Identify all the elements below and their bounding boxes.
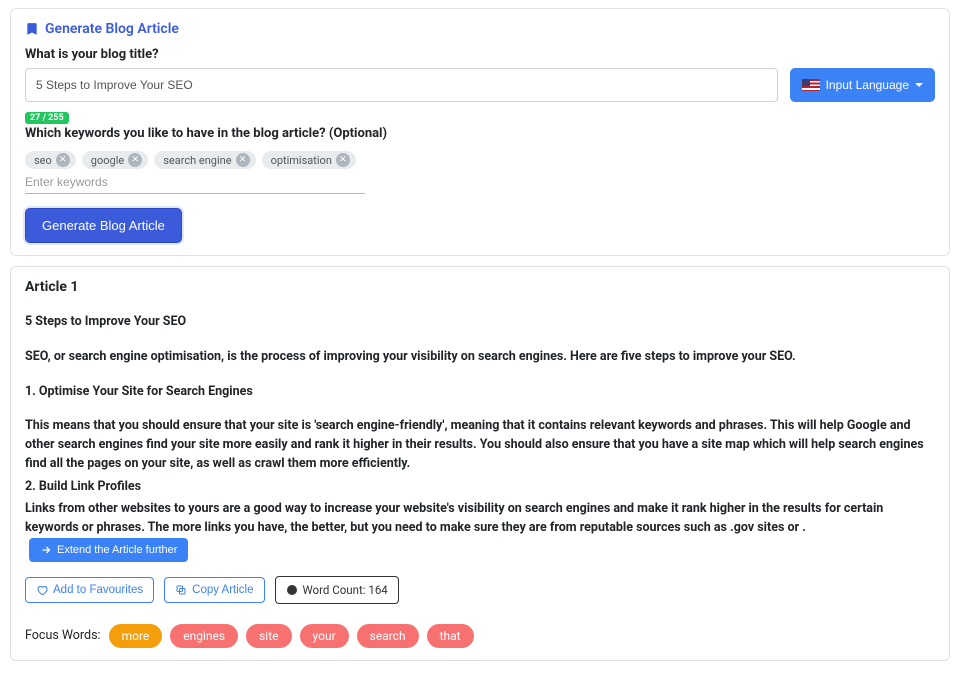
focus-word-pill[interactable]: engines (170, 624, 238, 648)
article-title: 5 Steps to Improve Your SEO (25, 313, 935, 332)
focus-words-row: Focus Words: more engines site your sear… (25, 624, 935, 648)
extend-article-button[interactable]: Extend the Article further (29, 538, 188, 562)
focus-word-pill[interactable]: site (246, 624, 291, 648)
focus-word-pill[interactable]: that (427, 624, 474, 648)
article-card: Article 1 5 Steps to Improve Your SEO SE… (10, 266, 950, 661)
remove-keyword-icon[interactable]: ✕ (336, 153, 350, 167)
remove-keyword-icon[interactable]: ✕ (56, 153, 70, 167)
action-row: Add to Favourites Copy Article Word Coun… (25, 576, 935, 604)
step1-body: This means that you should ensure that y… (25, 417, 935, 473)
info-icon (286, 584, 298, 596)
copy-article-button[interactable]: Copy Article (164, 577, 264, 603)
focus-word-pill[interactable]: search (357, 624, 419, 648)
chevron-down-icon (915, 83, 923, 87)
word-count-badge: Word Count: 164 (275, 576, 399, 604)
article-heading: Article 1 (25, 279, 935, 295)
focus-word-pill[interactable]: your (300, 624, 349, 648)
arrow-right-icon (40, 544, 52, 556)
copy-icon (175, 584, 187, 596)
keyword-chip: seo ✕ (25, 151, 76, 169)
keywords-input[interactable] (25, 175, 365, 189)
heart-icon (36, 584, 48, 596)
input-language-button[interactable]: Input Language (790, 68, 935, 102)
keywords-label: Which keywords you like to have in the b… (25, 126, 935, 141)
remove-keyword-icon[interactable]: ✕ (236, 153, 250, 167)
remove-keyword-icon[interactable]: ✕ (128, 153, 142, 167)
article-body: 5 Steps to Improve Your SEO SEO, or sear… (25, 313, 935, 562)
add-favourites-button[interactable]: Add to Favourites (25, 577, 154, 603)
article-intro: SEO, or search engine optimisation, is t… (25, 348, 935, 367)
step1-head: 1. Optimise Your Site for Search Engines (25, 383, 935, 402)
step2-row: Links from other websites to yours are a… (25, 500, 935, 562)
title-label: What is your blog title? (25, 47, 935, 62)
card-title: Generate Blog Article (45, 21, 179, 37)
keyword-chip: google ✕ (82, 151, 148, 169)
keyword-chip: optimisation ✕ (262, 151, 356, 169)
focus-word-pill[interactable]: more (109, 624, 163, 648)
flag-us-icon (802, 79, 820, 91)
step2-head: 2. Build Link Profiles (25, 478, 935, 497)
keyword-chip: search engine ✕ (154, 151, 255, 169)
keywords-field[interactable]: seo ✕ google ✕ search engine ✕ optimisat… (25, 147, 365, 194)
focus-label: Focus Words: (25, 628, 101, 643)
bookmark-icon (25, 22, 39, 36)
char-counter: 27 / 255 (25, 112, 69, 124)
blog-title-input[interactable] (25, 68, 778, 102)
generate-button[interactable]: Generate Blog Article (25, 208, 182, 243)
card-header: Generate Blog Article (25, 21, 935, 37)
generate-form-card: Generate Blog Article What is your blog … (10, 8, 950, 256)
